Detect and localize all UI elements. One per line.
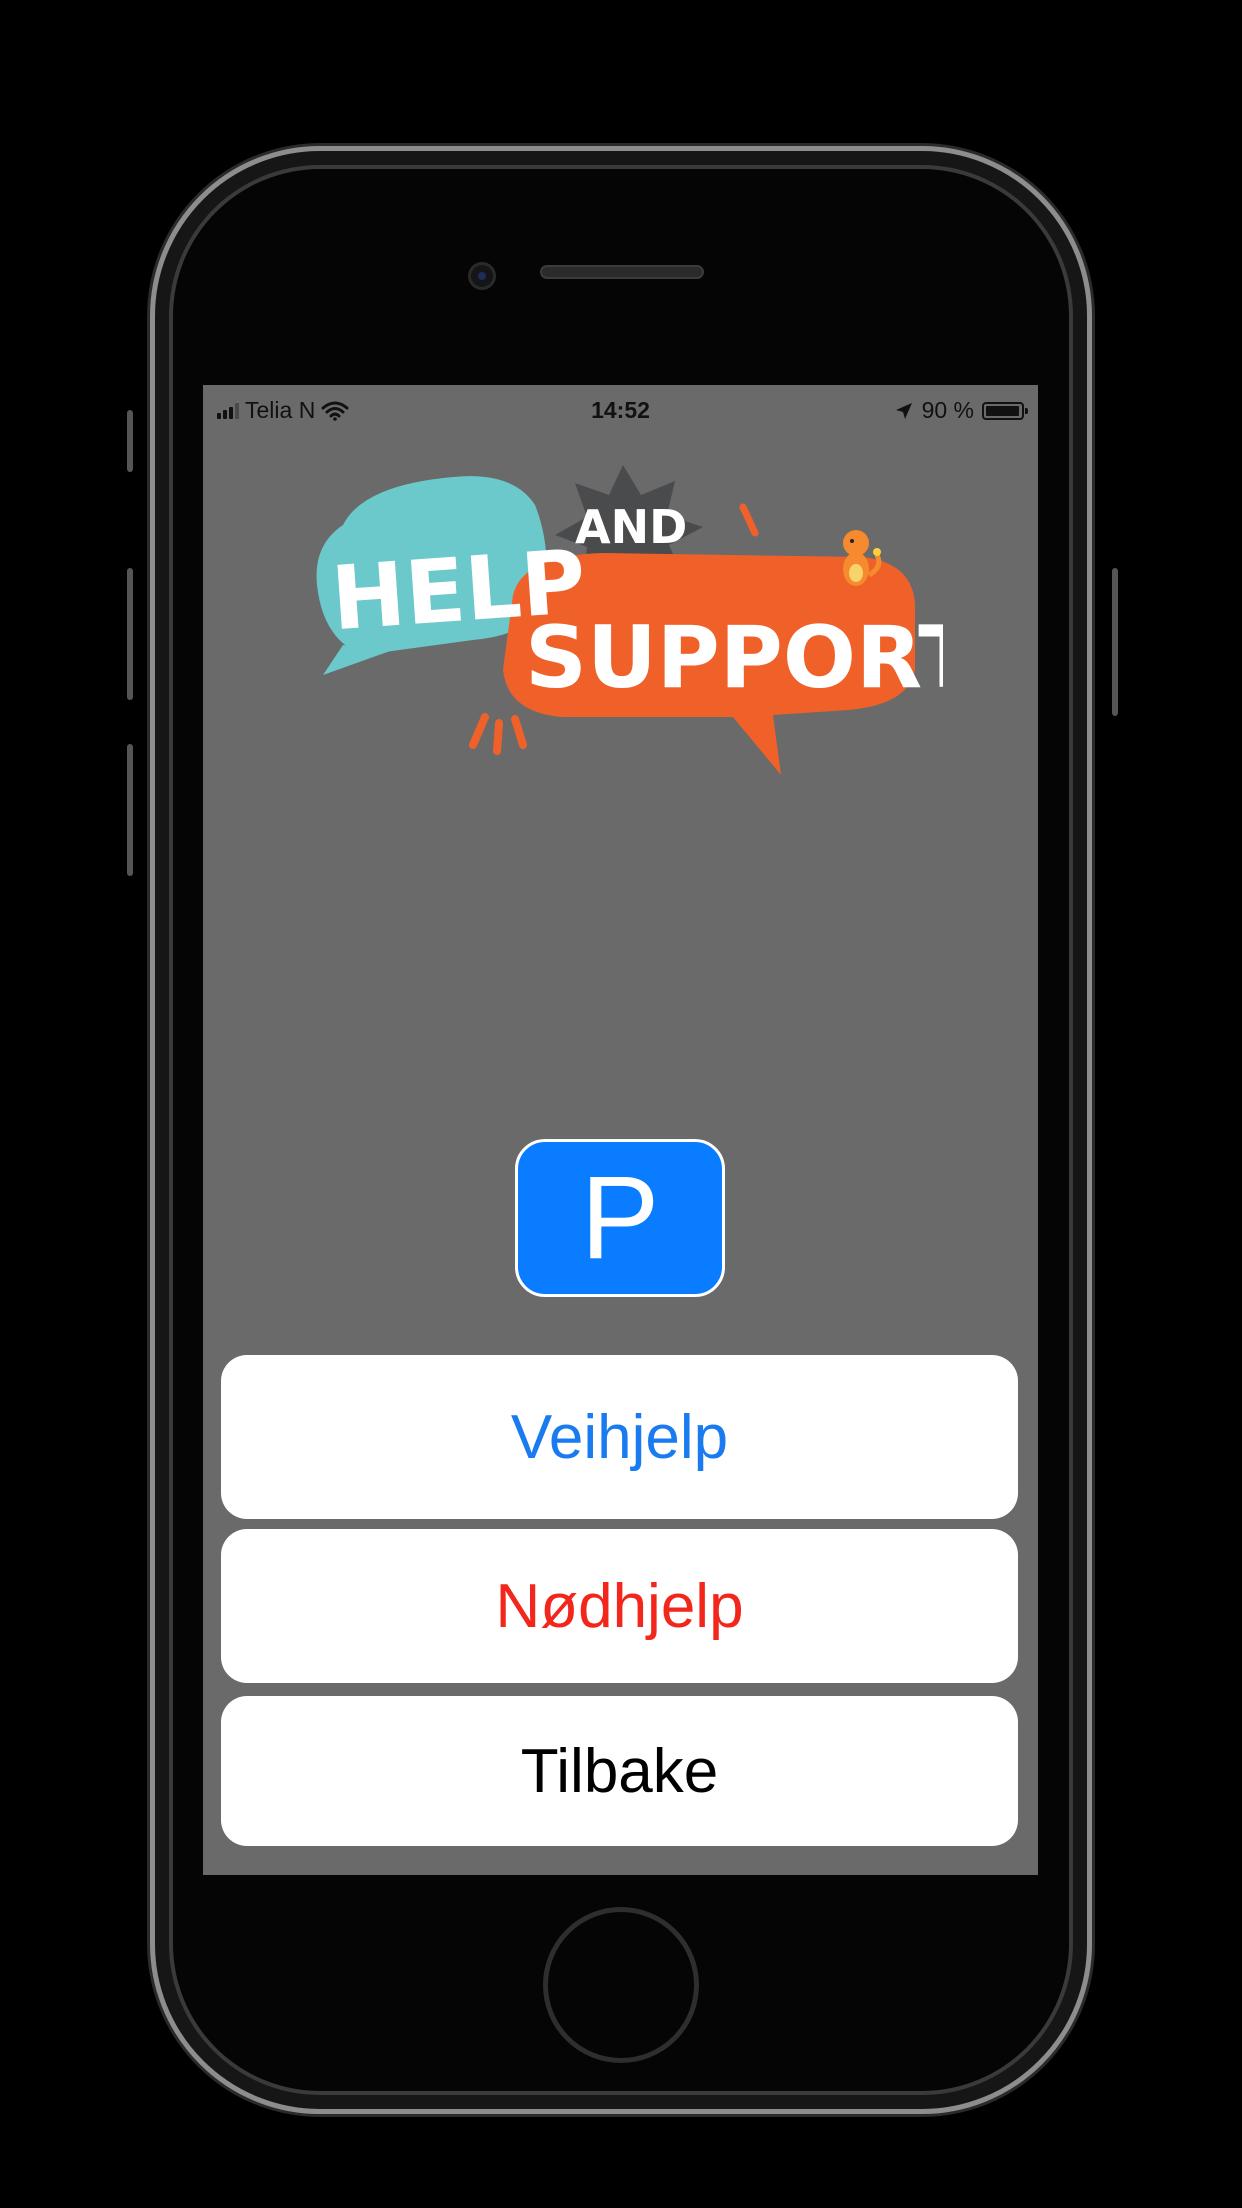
status-bar: Telia N 14:52 90 % — [203, 385, 1038, 435]
tilbake-button[interactable]: Tilbake — [221, 1696, 1018, 1846]
battery-percentage: 90 % — [921, 397, 974, 423]
logo-and-text: AND — [575, 500, 687, 554]
nodhjelp-label: Nødhjelp — [495, 1571, 744, 1641]
veihjelp-button[interactable]: Veihjelp — [221, 1355, 1018, 1519]
screen: Telia N 14:52 90 % HELP AND SUPPORT P Ve… — [203, 385, 1038, 1875]
mute-switch — [127, 410, 133, 472]
earpiece-speaker — [540, 265, 704, 279]
veihjelp-label: Veihjelp — [510, 1402, 729, 1472]
home-button[interactable] — [543, 1907, 699, 2063]
battery-icon — [982, 401, 1028, 420]
help-and-support-logo: HELP AND SUPPORT — [316, 465, 943, 775]
volume-up-button — [127, 568, 133, 700]
location-arrow-icon — [895, 402, 912, 419]
power-button — [1112, 568, 1118, 716]
status-right: 90 % — [894, 397, 1028, 424]
logo-support-text: SUPPORT — [525, 608, 943, 708]
parking-button[interactable]: P — [515, 1139, 725, 1297]
nodhjelp-button[interactable]: Nødhjelp — [221, 1529, 1018, 1683]
volume-down-button — [127, 744, 133, 876]
tilbake-label: Tilbake — [520, 1736, 719, 1806]
front-camera — [468, 262, 496, 290]
